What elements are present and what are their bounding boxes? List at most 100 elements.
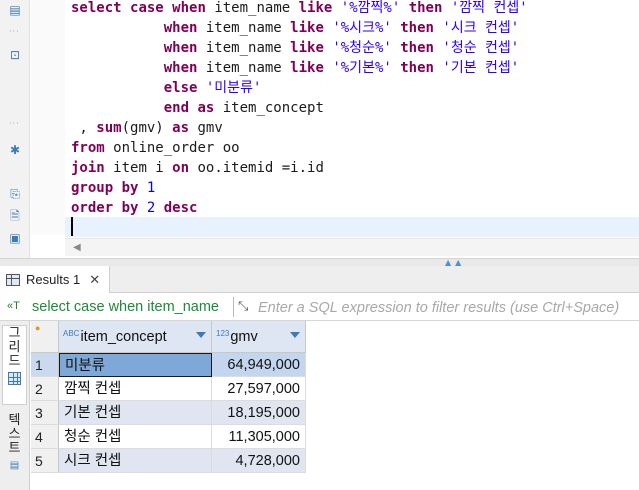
column-header-gmv[interactable]: 123 gmv — [212, 321, 306, 353]
code-line[interactable]: join item i on oo.itemid =i.id — [71, 158, 528, 178]
dbeaver-sql-editor-window: ▤ ··· ⊡ ··· ✱ ⎘ 🗎 ▣ select case when ite… — [0, 0, 639, 490]
code-token: item_name — [205, 40, 291, 56]
code-line[interactable]: from online_order oo — [71, 138, 528, 158]
text-view-label: 텍스트 — [9, 413, 21, 455]
table-row[interactable]: 3 기본 컨셉 18,195,000 — [31, 401, 306, 425]
sql-editor[interactable]: ▤ ··· ⊡ ··· ✱ ⎘ 🗎 ▣ select case when ite… — [0, 0, 639, 258]
code-line[interactable]: order by 2 desc — [71, 198, 528, 218]
code-token: desc — [163, 200, 198, 216]
code-token: '%깜찍%' — [340, 0, 409, 16]
gmv-cell[interactable]: 27,597,000 — [212, 377, 306, 401]
code-token: then — [400, 20, 443, 36]
editor-toolbar-rail: ▤ ··· ⊡ ··· ✱ ⎘ 🗎 ▣ — [0, 0, 30, 258]
panel-splitter[interactable]: ▲▲ — [0, 258, 639, 267]
row-number[interactable]: 3 — [31, 401, 59, 425]
more-dots-icon[interactable]: ··· — [9, 120, 21, 128]
sort-dropdown-icon[interactable] — [290, 332, 300, 338]
gmv-cell[interactable]: 18,195,000 — [212, 401, 306, 425]
item-concept-cell[interactable]: 청순 컨셉 — [59, 425, 212, 449]
code-line[interactable]: when item_name like '%시크%' then '시크 컨셉' — [71, 18, 528, 38]
table-row[interactable]: 4 청순 컨셉 11,305,000 — [31, 425, 306, 449]
view-side-tabs: 그리드 텍스트 ▤ — [0, 321, 30, 490]
text-caret — [71, 217, 73, 236]
gear-icon[interactable]: ✱ — [7, 142, 23, 158]
sql-code[interactable]: select case when item_name like '%깜찍%' t… — [71, 0, 528, 218]
code-line[interactable]: else '미분류' — [71, 78, 528, 98]
filter-input[interactable] — [258, 298, 638, 317]
code-token: as — [197, 100, 223, 116]
gmv-cell[interactable]: 64,949,000 — [212, 353, 306, 377]
code-token: item_name — [214, 0, 299, 16]
table-row[interactable]: 5 시크 컨셉 4,728,000 — [31, 449, 306, 473]
item-concept-cell[interactable]: 미분류 — [59, 353, 212, 377]
gmv-cell[interactable]: 11,305,000 — [212, 425, 306, 449]
execute-plan-icon[interactable]: ▤ — [7, 2, 23, 18]
code-token: (gmv) — [121, 120, 173, 136]
code-token: '미분류' — [205, 80, 262, 96]
code-token: end — [163, 100, 198, 116]
row-number[interactable]: 2 — [31, 377, 59, 401]
grid-icon — [8, 372, 21, 385]
code-token: case — [130, 0, 173, 16]
code-token: like — [298, 0, 341, 16]
row-number[interactable]: 1 — [31, 353, 59, 377]
code-token: then — [408, 0, 451, 16]
scroll-left-icon[interactable]: ◀ — [73, 242, 81, 253]
table-icon — [6, 273, 20, 286]
code-line[interactable]: select case when item_name like '%깜찍%' t… — [71, 0, 528, 18]
code-token: sum — [96, 120, 122, 136]
line-gutter — [31, 0, 65, 235]
side-tab-char: 드 — [8, 353, 21, 368]
code-token: item_name — [205, 60, 291, 76]
side-tab-char: 그 — [8, 325, 21, 340]
table-row[interactable]: 2 깜찍 컨셉 27,597,000 — [31, 377, 306, 401]
code-line[interactable]: end as item_concept — [71, 98, 528, 118]
item-concept-cell[interactable]: 깜찍 컨셉 — [59, 377, 212, 401]
close-icon[interactable]: ✕ — [89, 272, 100, 288]
code-token: gmv — [197, 120, 223, 136]
code-line[interactable]: , sum(gmv) as gmv — [71, 118, 528, 138]
expand-icon[interactable]: ⤡ — [238, 298, 248, 314]
code-line[interactable]: when item_name like '%청순%' then '청순 컨셉' — [71, 38, 528, 58]
code-token: '%청순%' — [332, 40, 401, 56]
side-tab-char: 리 — [8, 339, 21, 354]
grid-view-label: 그리드 — [9, 326, 21, 368]
number-type-icon: 123 — [216, 329, 230, 338]
code-token: join — [71, 160, 114, 176]
side-tab-char: 텍 — [8, 412, 21, 427]
grid-corner[interactable]: ● — [31, 321, 59, 353]
code-line[interactable]: group by 1 — [71, 178, 528, 198]
text-type-icon: ABC — [63, 329, 80, 338]
terminal-icon[interactable]: ⊡ — [7, 47, 23, 63]
gmv-cell[interactable]: 4,728,000 — [212, 449, 306, 473]
code-token: '깜찍 컨셉' — [450, 0, 528, 16]
horizontal-scrollbar[interactable]: ◀ — [65, 238, 639, 256]
export-file-icon[interactable]: ⎘ — [7, 186, 23, 202]
sort-dropdown-icon[interactable] — [196, 332, 206, 338]
code-token: oo.itemid =i.id — [197, 160, 324, 176]
row-number[interactable]: 5 — [31, 449, 59, 473]
column-label: gmv — [230, 328, 258, 345]
tab-grid-view[interactable]: 그리드 — [2, 325, 27, 405]
code-token: '청순 컨셉' — [442, 40, 520, 56]
file-settings-icon[interactable]: 🗎 — [7, 208, 23, 224]
sql-filter-icon[interactable]: «T — [7, 300, 20, 312]
tab-results-1[interactable]: Results 1 ✕ — [0, 266, 110, 293]
code-line[interactable]: when item_name like '%기본%' then '기본 컨셉' — [71, 58, 528, 78]
tab-text-view[interactable]: 텍스트 ▤ — [2, 413, 27, 487]
file-log-icon[interactable]: ▣ — [7, 230, 23, 246]
query-preview[interactable]: select case when item_name — [32, 299, 219, 315]
code-token: when — [163, 60, 206, 76]
item-concept-cell[interactable]: 기본 컨셉 — [59, 401, 212, 425]
code-token: , — [71, 120, 97, 136]
more-dots-icon[interactable]: ··· — [9, 28, 21, 36]
results-tabbar: Results 1 ✕ — [0, 266, 639, 293]
column-label: item_concept — [80, 328, 167, 345]
table-row[interactable]: 1 미분류 64,949,000 — [31, 353, 306, 377]
column-header-item-concept[interactable]: ABC item_concept — [59, 321, 212, 353]
item-concept-cell[interactable]: 시크 컨셉 — [59, 449, 212, 473]
row-number[interactable]: 4 — [31, 425, 59, 449]
